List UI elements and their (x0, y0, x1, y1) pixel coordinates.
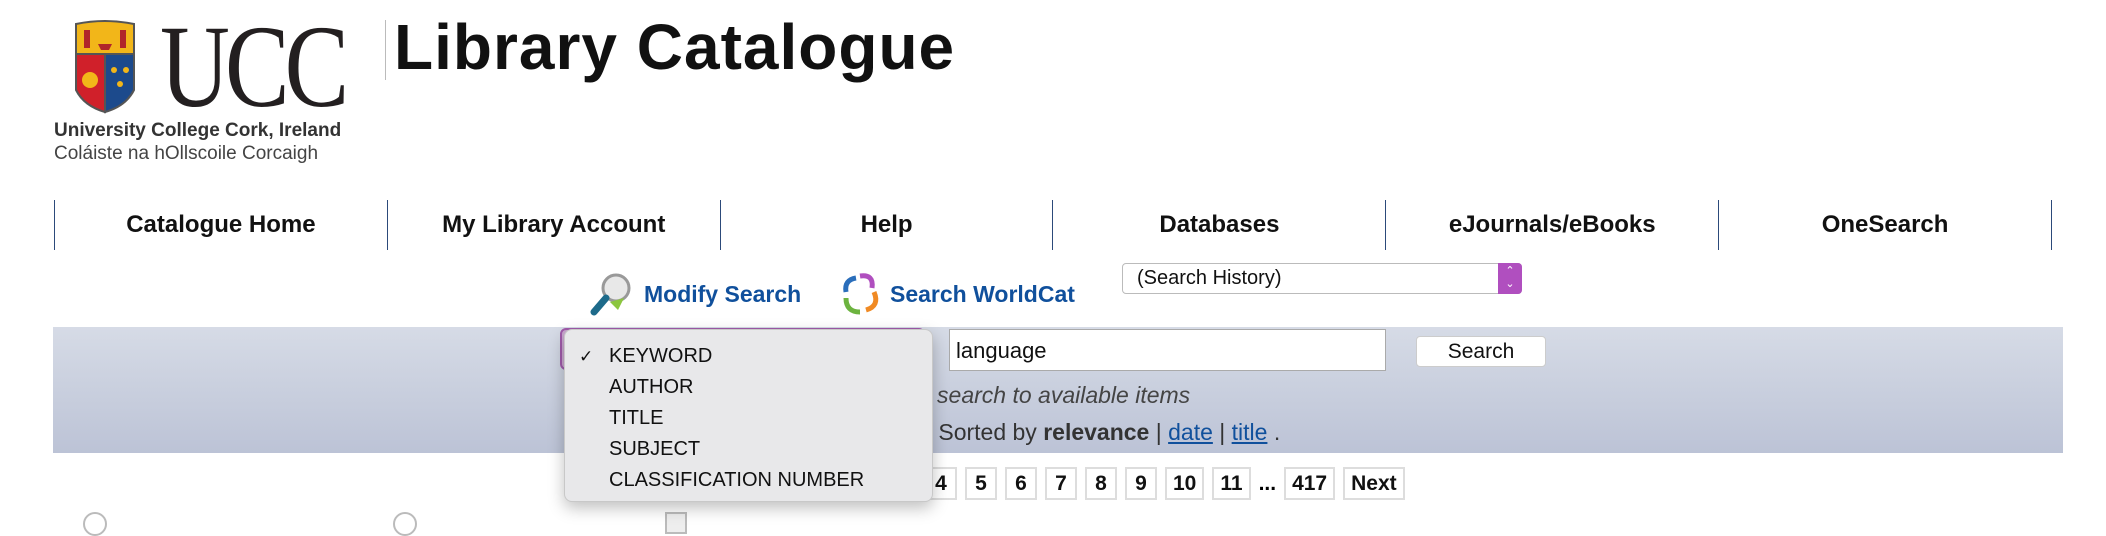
checkbox[interactable] (665, 512, 687, 534)
page-link[interactable]: 6 (1005, 467, 1037, 500)
sort-by-date-link[interactable]: date (1168, 419, 1213, 445)
search-button[interactable]: Search (1416, 336, 1546, 367)
select-arrows-icon: ⌃ ⌄ (1498, 263, 1522, 294)
nav-ejournals-ebooks[interactable]: eJournals/eBooks (1385, 200, 1718, 250)
worldcat-icon (843, 273, 879, 315)
sort-info: nd. Sorted by relevance | date | title . (900, 419, 1281, 445)
header-divider (385, 20, 386, 80)
page-title: Library Catalogue (394, 11, 956, 83)
radio-button[interactable] (393, 512, 417, 536)
page-link[interactable]: 11 (1212, 467, 1251, 500)
sort-current: relevance (1043, 419, 1150, 445)
option-keyword[interactable]: ✓ KEYWORD (565, 341, 932, 372)
logo-subtitle-irish: Coláiste na hOllscoile Corcaigh (54, 143, 319, 164)
limit-available-label: mit search to available items (900, 382, 1191, 408)
option-title[interactable]: TITLE (565, 403, 932, 434)
page-link-last[interactable]: 417 (1284, 467, 1336, 500)
option-author[interactable]: AUTHOR (565, 372, 932, 403)
modify-search-link[interactable]: Modify Search (590, 272, 801, 316)
nav-databases[interactable]: Databases (1052, 200, 1385, 250)
search-history-select[interactable]: (Search History) ⌃ ⌄ (1122, 263, 1522, 294)
ucc-wordmark: UCC (160, 1, 349, 132)
page-link[interactable]: 10 (1165, 467, 1205, 500)
page-link[interactable]: 5 (965, 467, 997, 500)
option-label: KEYWORD (609, 345, 713, 367)
checkmark-icon: ✓ (579, 347, 594, 366)
modify-search-label: Modify Search (644, 280, 802, 307)
nav-my-library-account[interactable]: My Library Account (386, 200, 720, 250)
pagination: 4 5 6 7 8 9 10 11 ... 417 Next (925, 467, 1405, 500)
pager-ellipsis: ... (1258, 471, 1277, 495)
page-link[interactable]: 7 (1045, 467, 1077, 500)
page-link[interactable]: 8 (1085, 467, 1117, 500)
logo-subtitle-english: University College Cork, Ireland (54, 120, 342, 141)
option-subject[interactable]: SUBJECT (565, 434, 932, 465)
nav-onesearch[interactable]: OneSearch (1718, 200, 2052, 250)
search-type-dropdown-menu: ✓ KEYWORD AUTHOR TITLE SUBJECT CLASSIFICA… (564, 329, 933, 502)
search-input[interactable]: language (949, 329, 1386, 371)
nav-help[interactable]: Help (719, 200, 1053, 250)
magnifier-icon (590, 273, 631, 316)
option-classification-number[interactable]: CLASSIFICATION NUMBER (565, 465, 932, 496)
main-nav: Catalogue Home My Library Account Help D… (54, 200, 2052, 250)
radio-button[interactable] (83, 512, 107, 536)
nav-catalogue-home[interactable]: Catalogue Home (54, 200, 387, 250)
search-worldcat-label: Search WorldCat (890, 280, 1075, 307)
search-history-value: (Search History) (1137, 267, 1282, 289)
next-page-button[interactable]: Next (1343, 467, 1405, 500)
search-worldcat-link[interactable]: Search WorldCat (840, 272, 1075, 316)
page-link[interactable]: 9 (1125, 467, 1157, 500)
sort-by-title-link[interactable]: title (1232, 419, 1268, 445)
ucc-crest-logo (75, 20, 135, 114)
